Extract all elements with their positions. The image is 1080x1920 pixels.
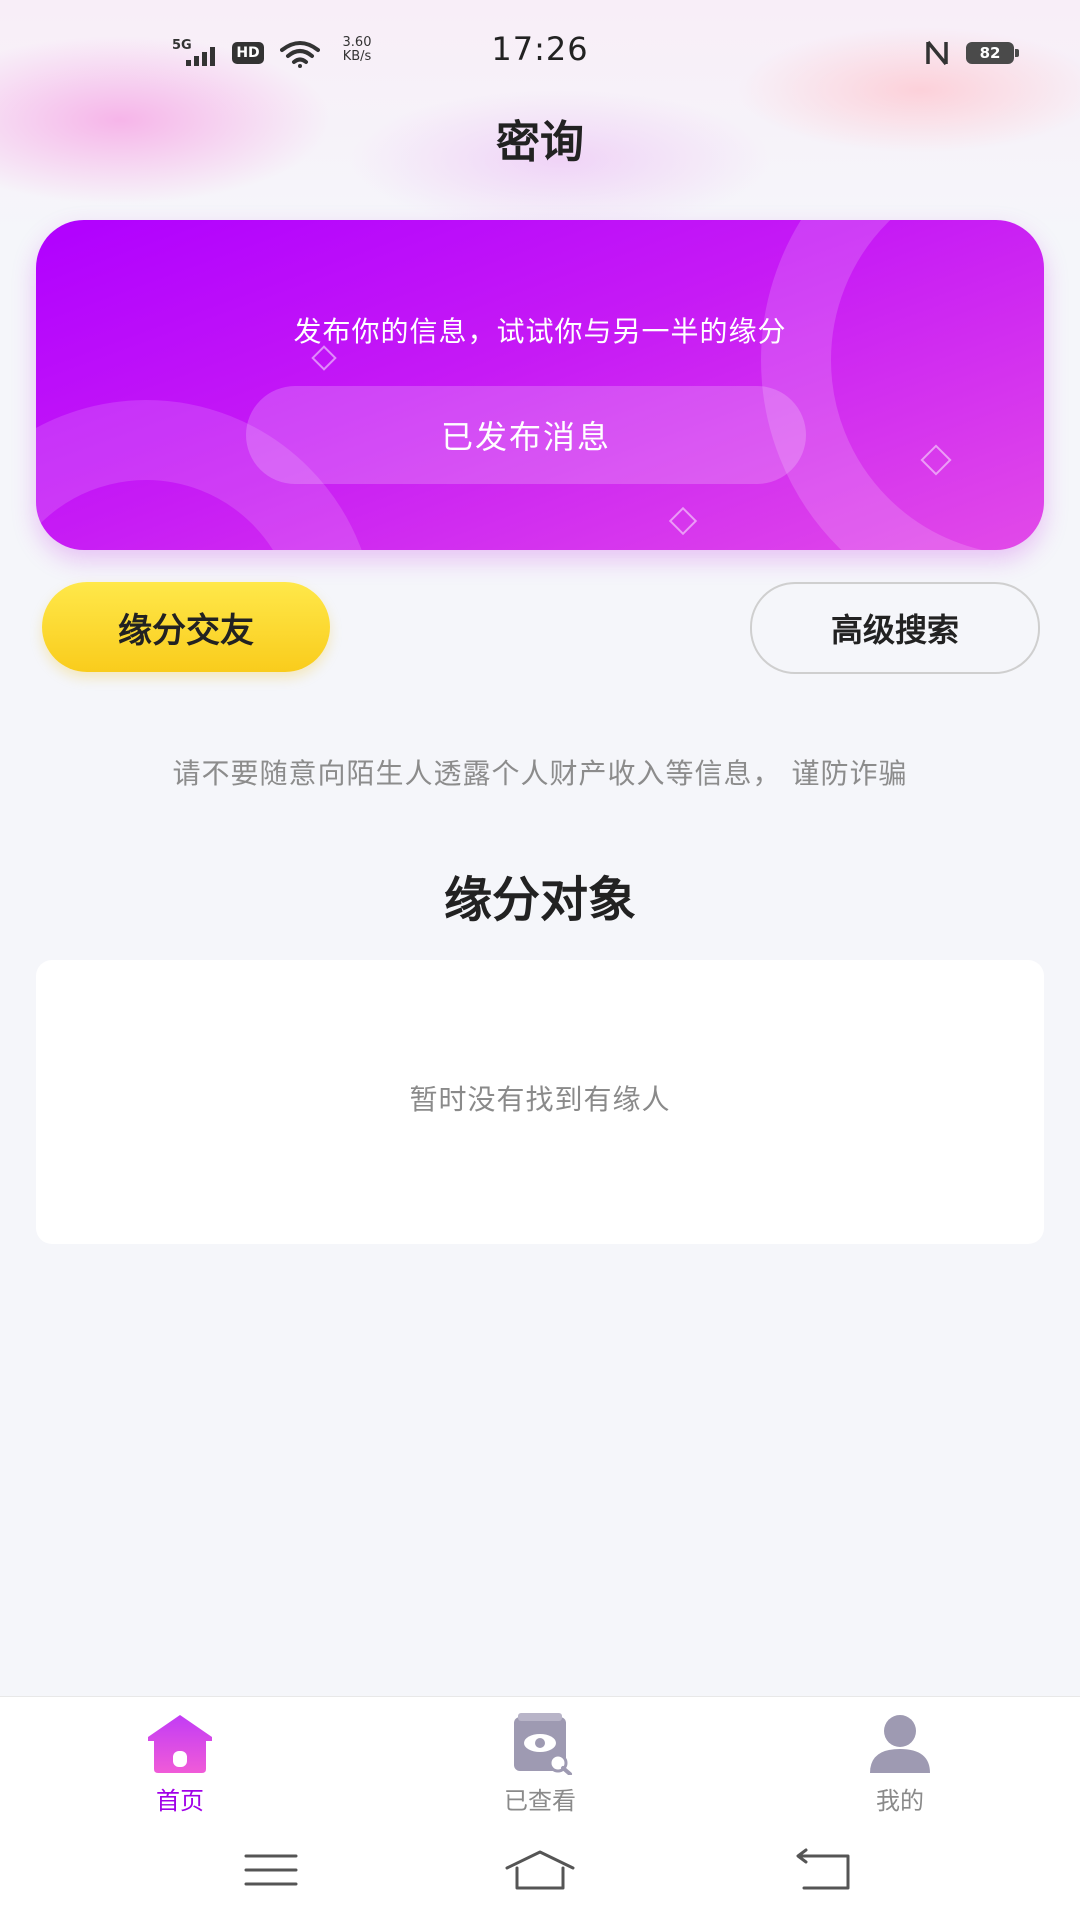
advanced-search-button[interactable]: 高级搜索 xyxy=(750,582,1040,674)
publish-banner: 发布你的信息，试试你与另一半的缘分 已发布消息 xyxy=(36,220,1044,550)
hd-badge: HD xyxy=(232,42,264,64)
empty-state-text: 暂时没有找到有缘人 xyxy=(409,1083,671,1116)
banner-decoration xyxy=(36,220,983,550)
clock: 17:26 xyxy=(491,30,589,68)
network-speed: 3.60 KB/s xyxy=(332,36,382,64)
menu-icon[interactable] xyxy=(236,1848,306,1892)
battery-icon: 82 xyxy=(966,42,1014,64)
network-type: 5G xyxy=(172,38,192,53)
published-messages-button[interactable]: 已发布消息 xyxy=(246,386,806,484)
tab-home[interactable]: 首页 xyxy=(80,1711,280,1815)
cellular-signal-icon: 5G xyxy=(172,38,215,66)
tab-home-label: 首页 xyxy=(156,1787,204,1815)
system-navigation-bar xyxy=(0,1820,1080,1920)
yuanfen-dating-button[interactable]: 缘分交友 xyxy=(42,582,330,672)
home-icon xyxy=(148,1715,212,1773)
fraud-warning-text: 请不要随意向陌生人透露个人财产收入等信息， 谨防诈骗 xyxy=(172,757,908,790)
home-nav-icon[interactable] xyxy=(505,1848,575,1892)
tab-viewed[interactable]: 已查看 xyxy=(440,1711,640,1815)
match-list-card: 暂时没有找到有缘人 xyxy=(36,960,1044,1244)
viewed-icon xyxy=(514,1713,572,1775)
tab-mine[interactable]: 我的 xyxy=(800,1711,1000,1815)
banner-text: 发布你的信息，试试你与另一半的缘分 xyxy=(293,315,787,348)
tab-viewed-label: 已查看 xyxy=(504,1787,576,1815)
speed-value: 3.60 xyxy=(342,35,372,50)
section-title: 缘分对象 xyxy=(443,872,636,928)
battery-tip xyxy=(1015,49,1019,57)
user-icon xyxy=(870,1715,930,1773)
back-icon[interactable] xyxy=(790,1848,860,1892)
nfc-icon xyxy=(926,40,948,66)
bottom-tab-bar: 首页 已查看 我的 xyxy=(0,1696,1080,1821)
speed-unit: KB/s xyxy=(342,49,372,64)
page-title: 密询 xyxy=(496,117,584,168)
tab-mine-label: 我的 xyxy=(876,1787,924,1815)
status-bar: 5G HD 3.60 KB/s 17:26 82 xyxy=(0,0,1080,104)
wifi-icon xyxy=(280,41,320,68)
